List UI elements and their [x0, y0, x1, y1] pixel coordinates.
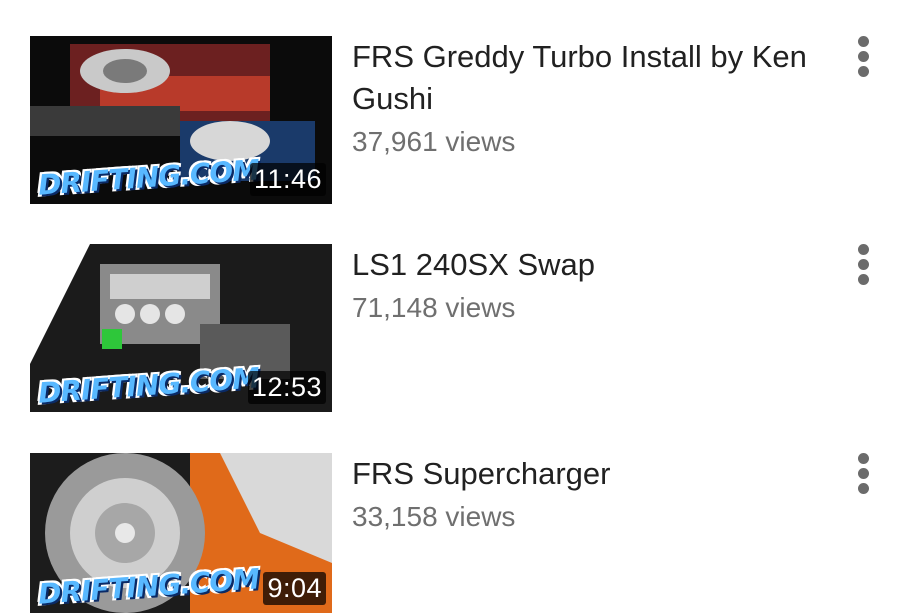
video-views: 37,961 views [352, 126, 516, 157]
video-meta: FRS Greddy Turbo Install by Ken Gushi 37… [352, 36, 822, 158]
video-title[interactable]: FRS Supercharger [352, 453, 822, 495]
video-title[interactable]: LS1 240SX Swap [352, 244, 822, 286]
video-meta: FRS Supercharger 33,158 views [352, 453, 822, 533]
video-meta: LS1 240SX Swap 71,148 views [352, 244, 822, 324]
video-views: 71,148 views [352, 292, 516, 323]
video-title[interactable]: FRS Greddy Turbo Install by Ken Gushi [352, 36, 822, 120]
more-options-button[interactable] [851, 453, 879, 505]
video-list-item[interactable]: DRIFTING.COM 9:04 FRS Supercharger 33,15… [0, 417, 905, 613]
video-duration: 12:53 [247, 371, 326, 404]
video-duration: 11:46 [249, 163, 326, 196]
video-views: 33,158 views [352, 501, 516, 532]
video-duration: 9:04 [263, 572, 326, 605]
video-list-item[interactable]: DRIFTING.COM 11:46 FRS Greddy Turbo Inst… [0, 0, 905, 204]
more-options-button[interactable] [851, 244, 879, 296]
video-thumbnail[interactable]: DRIFTING.COM 9:04 [30, 453, 332, 613]
video-thumbnail[interactable]: DRIFTING.COM 12:53 [30, 244, 332, 412]
more-options-button[interactable] [851, 36, 879, 88]
video-thumbnail[interactable]: DRIFTING.COM 11:46 [30, 36, 332, 204]
video-list-item[interactable]: DRIFTING.COM 12:53 LS1 240SX Swap 71,148… [0, 208, 905, 412]
